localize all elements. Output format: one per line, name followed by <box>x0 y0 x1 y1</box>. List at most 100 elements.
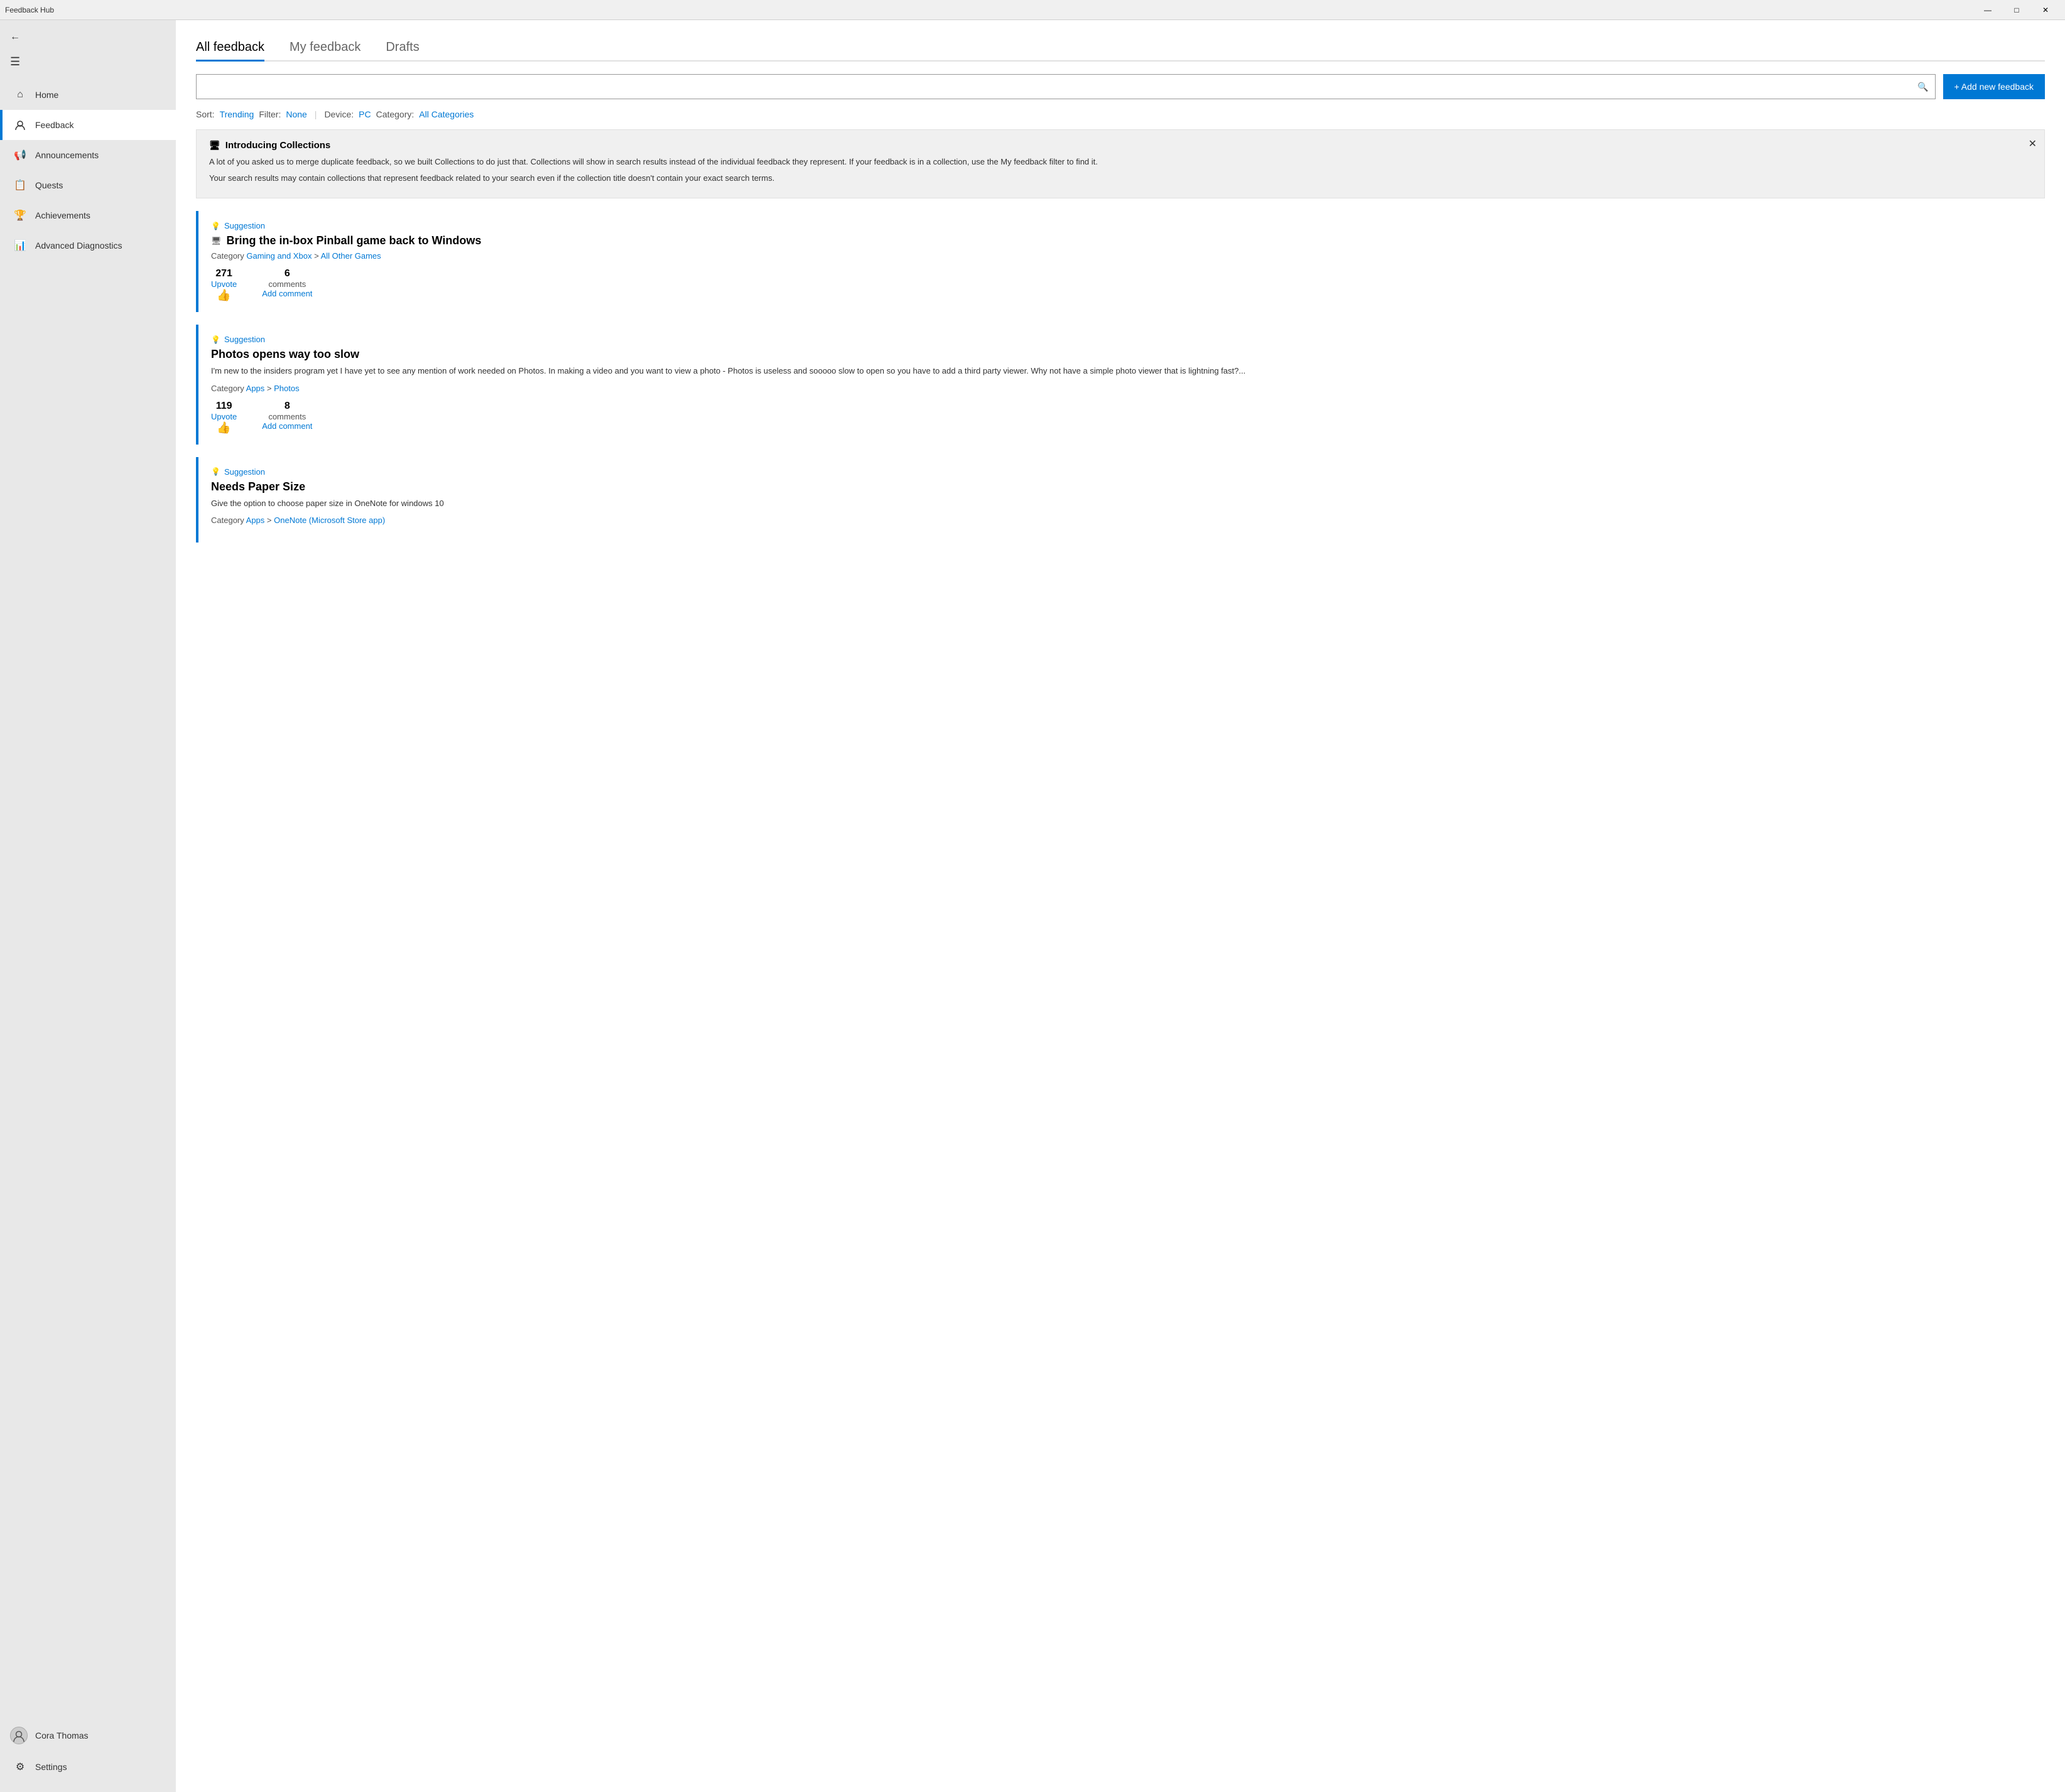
filter-separator: | <box>315 109 317 119</box>
feedback-type-pinball: 💡 Suggestion <box>211 221 2032 230</box>
tabs: All feedback My feedback Drafts <box>196 35 2045 62</box>
category-prefix-paper-size: Category <box>211 515 244 525</box>
sidebar: ← ☰ ⌂ Home Feedback <box>0 20 176 1792</box>
gear-icon: ⚙ <box>13 1759 28 1774</box>
sidebar-item-announcements[interactable]: 📢 Announcements <box>0 140 176 170</box>
user-profile-button[interactable]: Cora Thomas <box>0 1719 176 1752</box>
minimize-button[interactable]: — <box>1973 0 2002 20</box>
comments-label-photos: comments <box>268 412 306 421</box>
feedback-type-paper-size: 💡 Suggestion <box>211 467 2032 477</box>
sidebar-item-quests-label: Quests <box>35 180 63 190</box>
feedback-title-photos: Photos opens way too slow <box>211 348 359 361</box>
sidebar-item-home[interactable]: ⌂ Home <box>0 80 176 110</box>
upvote-thumb-pinball[interactable]: 👍 <box>217 289 230 302</box>
feedback-icon <box>13 117 28 132</box>
filter-value[interactable]: None <box>286 109 306 119</box>
pinball-title-icon: 🖥 <box>211 236 222 246</box>
comments-stat-photos: 8 comments Add comment <box>262 401 312 431</box>
feedback-item-paper-size: 💡 Suggestion Needs Paper Size Give the o… <box>196 457 2045 543</box>
sidebar-bottom: Cora Thomas ⚙ Settings <box>0 1714 176 1787</box>
banner-text-2: Your search results may contain collecti… <box>209 172 2032 185</box>
sort-value[interactable]: Trending <box>220 109 254 119</box>
sidebar-item-announcements-label: Announcements <box>35 150 99 160</box>
feedback-description-paper-size: Give the option to choose paper size in … <box>211 497 2032 510</box>
feedback-type-photos: 💡 Suggestion <box>211 335 2032 344</box>
close-button[interactable]: ✕ <box>2031 0 2060 20</box>
back-button[interactable]: ← <box>0 25 176 49</box>
sidebar-item-quests[interactable]: 📋 Quests <box>0 170 176 200</box>
category-link-onenote[interactable]: OneNote (Microsoft Store app) <box>274 515 385 525</box>
sidebar-nav: ⌂ Home Feedback 📢 Announcements <box>0 80 176 1714</box>
comments-label-pinball: comments <box>268 279 306 289</box>
tab-drafts[interactable]: Drafts <box>386 35 419 62</box>
banner-text-1: A lot of you asked us to merge duplicate… <box>209 156 2032 168</box>
feedback-type-label-pinball: Suggestion <box>224 221 265 230</box>
search-row: 🔍 + Add new feedback <box>196 74 2045 99</box>
announcements-icon: 📢 <box>13 148 28 163</box>
feedback-actions-photos: 119 Upvote 👍 8 comments Add comment <box>211 401 2032 435</box>
feedback-title-row-photos: Photos opens way too slow <box>211 348 2032 361</box>
banner-icon: 🖥 <box>209 140 220 151</box>
tab-all-feedback[interactable]: All feedback <box>196 35 264 62</box>
achievements-icon: 🏆 <box>13 208 28 223</box>
sidebar-item-feedback[interactable]: Feedback <box>0 110 176 140</box>
category-link-apps-paper-size[interactable]: Apps <box>246 515 265 525</box>
sidebar-item-advanced-diagnostics[interactable]: 📊 Advanced Diagnostics <box>0 230 176 261</box>
search-input[interactable] <box>203 82 1917 92</box>
feedback-title-paper-size: Needs Paper Size <box>211 480 305 494</box>
hamburger-icon: ☰ <box>10 55 20 68</box>
settings-label: Settings <box>35 1762 67 1772</box>
main-content: All feedback My feedback Drafts 🔍 + Add … <box>176 20 2065 1792</box>
sidebar-item-achievements[interactable]: 🏆 Achievements <box>0 200 176 230</box>
filter-bar: Sort: Trending Filter: None | Device: PC… <box>196 109 2045 119</box>
tab-my-feedback[interactable]: My feedback <box>290 35 360 62</box>
add-comment-photos[interactable]: Add comment <box>262 421 312 431</box>
settings-button[interactable]: ⚙ Settings <box>0 1752 176 1782</box>
feedback-category-pinball: Category Gaming and Xbox > All Other Gam… <box>211 251 2032 261</box>
feedback-title-row-paper-size: Needs Paper Size <box>211 480 2032 494</box>
feedback-title-row-pinball: 🖥 Bring the in-box Pinball game back to … <box>211 234 2032 247</box>
banner-title: 🖥 Introducing Collections <box>209 140 2032 151</box>
category-link-apps-photos[interactable]: Apps <box>246 384 265 393</box>
comments-count-photos: 8 <box>285 401 290 412</box>
feedback-type-label-photos: Suggestion <box>224 335 265 344</box>
sidebar-item-advanced-diagnostics-label: Advanced Diagnostics <box>35 240 122 251</box>
advanced-diagnostics-icon: 📊 <box>13 238 28 253</box>
maximize-button[interactable]: □ <box>2002 0 2031 20</box>
window-controls: — □ ✕ <box>1973 0 2060 20</box>
search-box: 🔍 <box>196 74 1936 99</box>
category-prefix-photos: Category <box>211 384 244 393</box>
banner-title-text: Introducing Collections <box>225 140 331 151</box>
banner-close-button[interactable]: ✕ <box>2029 138 2037 150</box>
upvote-thumb-photos[interactable]: 👍 <box>217 421 230 435</box>
add-feedback-button[interactable]: + Add new feedback <box>1943 74 2046 99</box>
title-bar: Feedback Hub — □ ✕ <box>0 0 2065 20</box>
device-label: Device: <box>324 109 354 119</box>
suggestion-icon-paper-size: 💡 <box>211 467 220 476</box>
sidebar-item-feedback-label: Feedback <box>35 120 73 130</box>
back-icon: ← <box>10 31 20 43</box>
category-link-photos[interactable]: Photos <box>274 384 299 393</box>
upvote-stat-pinball: 271 Upvote 👍 <box>211 268 237 302</box>
feedback-item-photos: 💡 Suggestion Photos opens way too slow I… <box>196 325 2045 445</box>
hamburger-button[interactable]: ☰ <box>0 49 176 75</box>
quests-icon: 📋 <box>13 178 28 193</box>
category-label: Category: <box>376 109 415 119</box>
add-comment-pinball[interactable]: Add comment <box>262 289 312 298</box>
category-value[interactable]: All Categories <box>419 109 474 119</box>
feedback-actions-pinball: 271 Upvote 👍 6 comments Add comment <box>211 268 2032 302</box>
category-link-other-games[interactable]: All Other Games <box>321 251 381 261</box>
upvote-button-photos[interactable]: Upvote <box>211 412 237 421</box>
upvote-button-pinball[interactable]: Upvote <box>211 279 237 289</box>
feedback-item-pinball: 💡 Suggestion 🖥 Bring the in-box Pinball … <box>196 211 2045 312</box>
comments-count-pinball: 6 <box>285 268 290 279</box>
suggestion-icon-pinball: 💡 <box>211 222 220 230</box>
category-link-gaming[interactable]: Gaming and Xbox <box>246 251 312 261</box>
device-value[interactable]: PC <box>359 109 371 119</box>
sidebar-item-achievements-label: Achievements <box>35 210 90 220</box>
feedback-description-photos: I'm new to the insiders program yet I ha… <box>211 365 2032 377</box>
collections-banner: 🖥 Introducing Collections A lot of you a… <box>196 129 2045 198</box>
feedback-category-paper-size: Category Apps > OneNote (Microsoft Store… <box>211 515 2032 525</box>
comments-stat-pinball: 6 comments Add comment <box>262 268 312 298</box>
home-icon: ⌂ <box>13 87 28 102</box>
